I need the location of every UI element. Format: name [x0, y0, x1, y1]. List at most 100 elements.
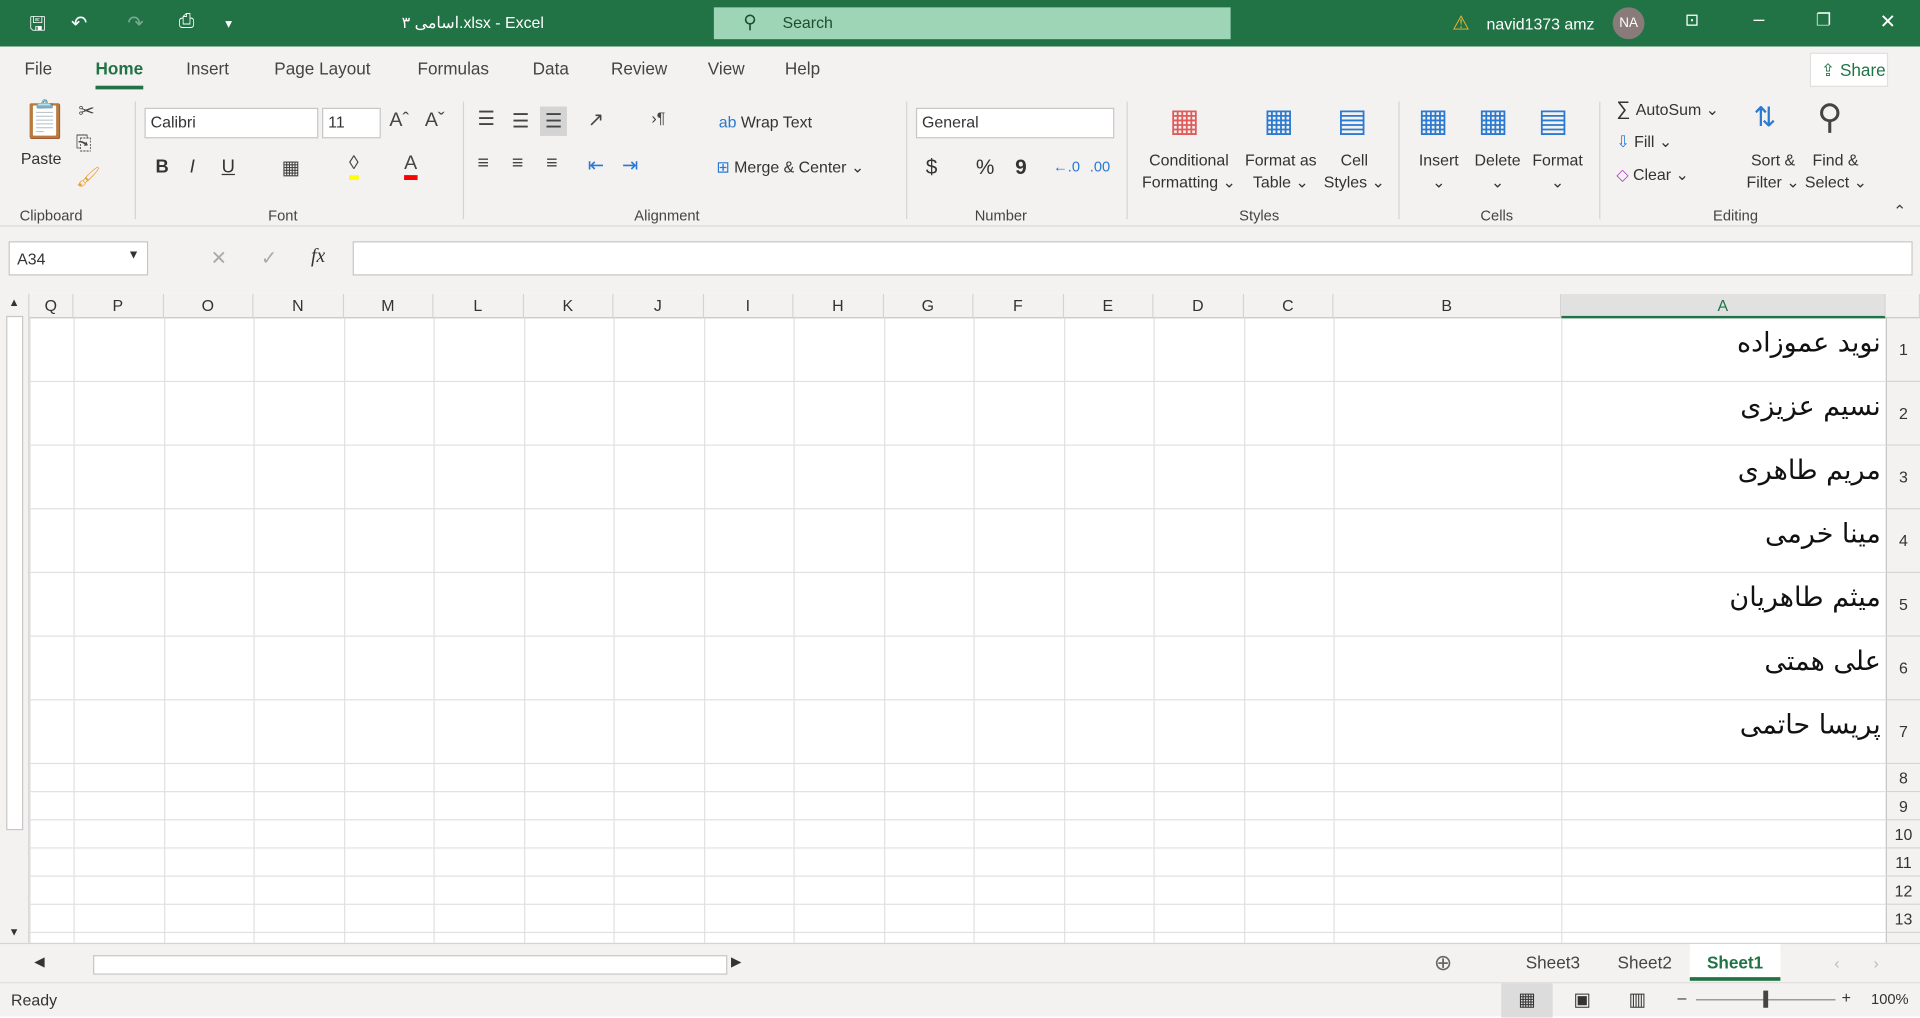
minimize-icon[interactable]: – — [1753, 10, 1764, 32]
increase-decimal-icon[interactable]: ←.0 — [1053, 158, 1080, 175]
normal-view-icon[interactable]: ▦ — [1501, 983, 1553, 1018]
row-header-5[interactable]: 5 — [1885, 573, 1920, 637]
insert-cells-icon[interactable]: ▦ — [1418, 102, 1448, 140]
row-header-11[interactable]: 11 — [1885, 848, 1920, 877]
bold-button[interactable]: B — [156, 157, 169, 178]
row-header-9[interactable]: 9 — [1885, 792, 1920, 821]
save-icon[interactable]: 🖫 — [29, 11, 46, 44]
row-header-7[interactable]: 7 — [1885, 700, 1920, 765]
align-middle-icon[interactable]: ☰ — [512, 109, 530, 133]
column-header-b[interactable]: B — [1333, 293, 1562, 319]
indent-decrease-icon[interactable]: ⇤ — [588, 153, 604, 177]
align-bottom-icon[interactable]: ☰ — [540, 106, 568, 136]
column-header-n[interactable]: N — [253, 293, 344, 319]
column-header-l[interactable]: L — [433, 293, 524, 319]
wrap-text-button[interactable]: ab Wrap Text — [719, 113, 812, 131]
delete-button[interactable]: Delete ⌄ — [1469, 149, 1525, 193]
cell-styles-icon[interactable]: ▤ — [1337, 102, 1367, 140]
zoom-slider-thumb[interactable] — [1763, 990, 1769, 1008]
scroll-thumb[interactable] — [6, 315, 24, 831]
find-icon[interactable]: ⚲ — [1817, 97, 1842, 137]
cut-icon[interactable]: ✂ — [78, 99, 94, 123]
restore-icon[interactable]: ❐ — [1816, 10, 1831, 31]
collapse-ribbon-icon[interactable]: ⌃ — [1893, 202, 1906, 222]
format-table-icon[interactable]: ▦ — [1264, 102, 1294, 140]
row-header-6[interactable]: 6 — [1885, 636, 1920, 701]
redo-icon[interactable]: ↷ — [127, 11, 143, 35]
zoom-level[interactable]: 100% — [1871, 991, 1909, 1008]
decrease-decimal-icon[interactable]: .00 — [1090, 158, 1110, 175]
horizontal-scrollbar[interactable] — [93, 955, 728, 975]
cell-styles-button[interactable]: Cell Styles ⌄ — [1322, 149, 1386, 193]
new-sheet-icon[interactable]: ⊕ — [1434, 950, 1452, 976]
name-box[interactable]: A34 ▼ — [8, 241, 149, 276]
tab-home[interactable]: Home — [95, 59, 143, 90]
row-header-2[interactable]: 2 — [1885, 382, 1920, 446]
indent-increase-icon[interactable]: ⇥ — [622, 153, 638, 177]
column-header-m[interactable]: M — [343, 293, 434, 319]
align-right-icon[interactable]: ≡ — [546, 153, 557, 175]
row-header-13[interactable]: 13 — [1885, 904, 1920, 934]
row-header-3[interactable]: 3 — [1885, 445, 1920, 510]
cell-a2[interactable]: نسیم عزیزی — [1561, 392, 1885, 456]
number-format-select[interactable]: General — [915, 107, 1115, 139]
fill-button[interactable]: ⇩ Fill ⌄ — [1616, 132, 1672, 152]
column-header-f[interactable]: F — [973, 293, 1064, 319]
scroll-right-icon[interactable]: ▶ — [731, 954, 741, 970]
zoom-in-icon[interactable]: + — [1842, 988, 1851, 1006]
align-center-icon[interactable]: ≡ — [512, 153, 523, 175]
column-header-a[interactable]: A — [1561, 293, 1886, 319]
tab-view[interactable]: View — [708, 59, 745, 79]
next-sheet-icon[interactable]: › — [1873, 954, 1878, 972]
row-header-1[interactable]: 1 — [1885, 318, 1920, 383]
underline-button[interactable]: U — [222, 157, 235, 178]
column-header-g[interactable]: G — [883, 293, 974, 319]
user-name[interactable]: navid1373 amz — [1487, 15, 1595, 33]
column-header-h[interactable]: H — [793, 293, 884, 319]
paste-icon[interactable]: 📋 — [22, 99, 68, 142]
format-cells-icon[interactable]: ▤ — [1538, 102, 1568, 140]
column-header-k[interactable]: K — [523, 293, 614, 319]
enter-icon[interactable]: ✓ — [261, 246, 277, 270]
column-header-q[interactable]: Q — [29, 293, 74, 319]
format-as-table-button[interactable]: Format as Table ⌄ — [1240, 149, 1321, 193]
format-button[interactable]: Format ⌄ — [1528, 149, 1587, 193]
cell-a1[interactable]: نوید عموزاده — [1561, 328, 1885, 392]
align-left-icon[interactable]: ≡ — [478, 153, 489, 175]
select-all-button[interactable] — [1885, 293, 1920, 319]
cell-a7[interactable]: پریسا حاتمی — [1561, 710, 1885, 774]
insert-button[interactable]: Insert ⌄ — [1411, 149, 1467, 193]
cell-a3[interactable]: مریم طاهری — [1561, 456, 1885, 520]
column-header-o[interactable]: O — [163, 293, 254, 319]
format-painter-icon[interactable]: 🖌 — [76, 165, 101, 189]
column-header-i[interactable]: I — [703, 293, 794, 319]
row-header-4[interactable]: 4 — [1885, 509, 1920, 574]
cell-a5[interactable]: میثم طاهریان — [1561, 583, 1885, 647]
spreadsheet-grid[interactable]: A B C D E F G H I J K L M N O P Q 1 نوید عموزاده 2 نسیم عزیز… — [0, 293, 1920, 943]
close-icon[interactable]: ✕ — [1880, 10, 1896, 34]
orientation-icon[interactable]: ↗ — [588, 108, 604, 132]
font-size-select[interactable]: 11 — [322, 107, 381, 139]
copy-icon[interactable]: ⎘ — [76, 133, 92, 155]
prev-sheet-icon[interactable]: ‹ — [1834, 954, 1839, 972]
tab-review[interactable]: Review — [611, 59, 667, 79]
sheet-tab-sheet2[interactable]: Sheet2 — [1618, 953, 1672, 973]
font-color-icon[interactable]: A — [404, 153, 418, 181]
cell-a6[interactable]: علی همتی — [1561, 647, 1885, 711]
paste-button[interactable]: Paste — [21, 149, 62, 167]
tab-help[interactable]: Help — [785, 59, 820, 79]
sheet-tab-sheet3[interactable]: Sheet3 — [1526, 953, 1580, 973]
search-box[interactable]: ⚲ Search — [713, 7, 1231, 40]
column-header-p[interactable]: P — [73, 293, 164, 319]
cancel-icon[interactable]: ✕ — [211, 246, 227, 270]
row-header-partial[interactable] — [1885, 933, 1920, 943]
column-header-j[interactable]: J — [613, 293, 704, 319]
row-header-8[interactable]: 8 — [1885, 764, 1920, 793]
zoom-out-icon[interactable]: – — [1678, 988, 1687, 1006]
comma-button[interactable]: 9 — [1015, 156, 1027, 180]
decrease-font-icon[interactable]: Aˇ — [425, 110, 445, 132]
increase-font-icon[interactable]: Aˆ — [389, 110, 409, 132]
scroll-left-icon[interactable]: ◀ — [34, 954, 44, 970]
find-select-button[interactable]: Find & Select ⌄ — [1805, 149, 1867, 193]
merge-center-button[interactable]: ⊞ Merge & Center ⌄ — [716, 158, 864, 178]
